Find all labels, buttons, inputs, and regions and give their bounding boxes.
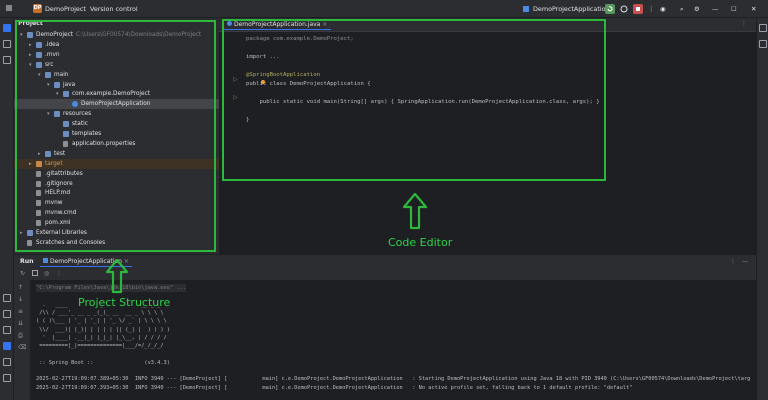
project-switcher[interactable]: DemoProject [45, 3, 86, 15]
stop-button[interactable] [633, 4, 643, 14]
project-tool-icon[interactable] [3, 24, 11, 32]
console-line: /\\ / ___'_ __ _ _(_)_ __ __ _ \ \ \ \ [36, 309, 164, 316]
profile-icon[interactable]: ◉ [660, 3, 666, 15]
title-bar: DP DemoProject Version control DemoProje… [0, 0, 768, 18]
maven-icon[interactable] [759, 40, 767, 48]
console-line: ' |____| .__|_| |_|_| |_\__, | / / / / [36, 334, 167, 341]
run-side-toolbar: ↑ ↓ ≡ ⇊ ⎙ ⌫ [14, 280, 30, 400]
code-editor-highlight [222, 19, 606, 181]
commit-tool-icon[interactable] [3, 40, 11, 48]
run-config-icon-small [43, 258, 48, 263]
rerun-button[interactable] [605, 4, 615, 14]
tab-menu-icon[interactable]: ⋮ [741, 20, 747, 27]
run-panel-menu-icon[interactable]: ⋮ [730, 258, 736, 265]
console-line: \\/ ___)| |_)| | | | | || (_| | ) ) ) ) [36, 326, 170, 333]
minimize-icon[interactable]: — [712, 3, 718, 15]
console-line: =========|_|==============|___/=/_/_/_/ [36, 343, 164, 350]
console-line: 2025-02-27T19:09:07.393+05:30 INFO 3940 … [36, 384, 633, 391]
console-line: :: Spring Boot :: (v3.4.3) [36, 359, 170, 366]
terminal-icon[interactable] [3, 326, 11, 334]
console-line: 2025-02-27T19:09:07.389+05:30 INFO 3940 … [36, 376, 751, 383]
soft-wrap-icon[interactable]: ≡ [18, 308, 23, 315]
scroll-up-icon[interactable]: ↑ [18, 284, 23, 291]
camera-icon[interactable]: ◎ [44, 270, 49, 277]
scroll-to-end-icon[interactable]: ⇊ [18, 320, 23, 327]
stop-small-icon[interactable] [32, 270, 38, 276]
run-config-icon [522, 3, 532, 15]
scroll-down-icon[interactable]: ↓ [18, 296, 23, 303]
project-badge: DP [33, 4, 42, 13]
build-icon[interactable] [3, 310, 11, 318]
code-editor-label: Code Editor [388, 236, 453, 249]
project-structure-highlight [15, 20, 216, 252]
run-panel-title[interactable]: Run [20, 258, 34, 265]
maximize-icon[interactable]: ☐ [731, 3, 737, 15]
right-tool-strip [756, 18, 768, 400]
search-everywhere-icon[interactable]: ⌕ [680, 3, 684, 15]
run-config-selector[interactable]: DemoProjectApplication [533, 3, 610, 15]
close-icon[interactable]: ✕ [751, 3, 756, 15]
more-run-actions-icon[interactable]: ⋮ [56, 270, 62, 277]
rerun-small-icon[interactable]: ↻ [20, 270, 25, 277]
project-structure-arrow-icon [105, 258, 129, 294]
project-structure-label: Project Structure [78, 296, 171, 309]
debug-icon[interactable] [619, 3, 629, 15]
run-tool-icon[interactable] [3, 342, 11, 350]
settings-icon[interactable]: ⚙ [694, 3, 700, 15]
console-line: ( ( )\___ | '_ | '_| | '_ \/ _` | \ \ \ … [36, 318, 167, 325]
more-actions-icon[interactable]: ⋮ [648, 3, 654, 15]
services-icon[interactable] [3, 294, 11, 302]
notifications-icon[interactable] [759, 24, 767, 32]
main-menu-icon[interactable] [4, 3, 16, 15]
left-tool-strip [0, 18, 14, 400]
print-icon[interactable]: ⎙ [18, 332, 23, 340]
version-control-menu[interactable]: Version control [90, 3, 138, 15]
code-editor-arrow-icon [402, 192, 428, 230]
clear-all-icon[interactable]: ⌫ [18, 344, 26, 351]
hide-panel-icon[interactable]: — [742, 258, 748, 265]
more-tools-icon[interactable] [3, 56, 11, 64]
problems-icon[interactable] [3, 358, 11, 366]
git-icon[interactable] [3, 374, 11, 382]
